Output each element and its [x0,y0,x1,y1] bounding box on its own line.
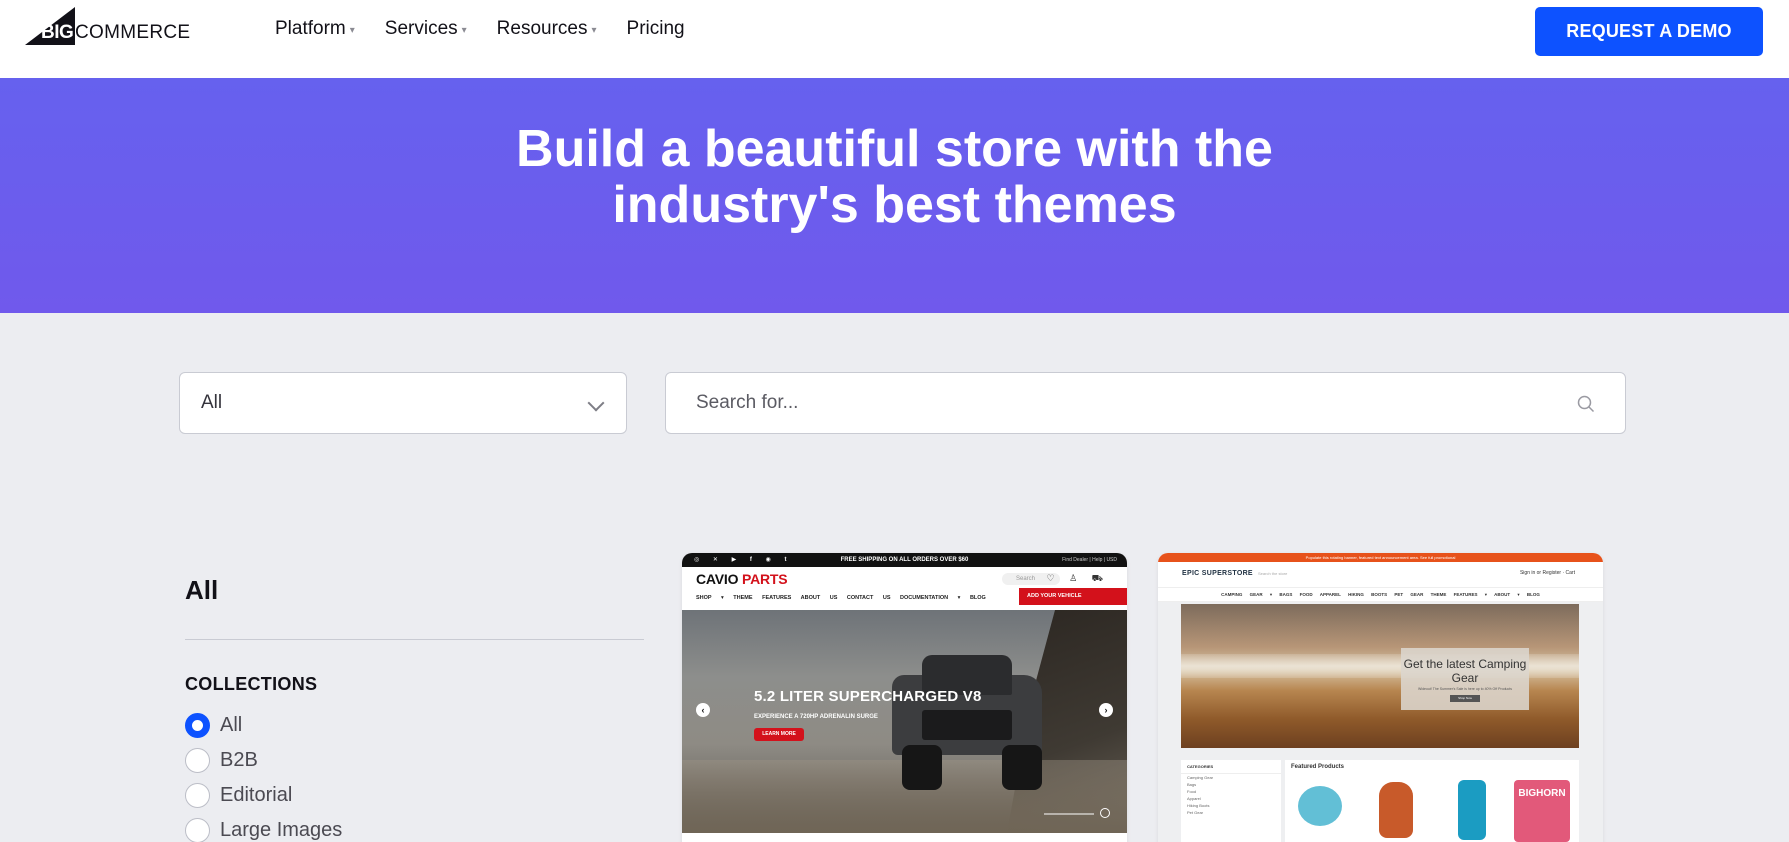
category-item: Apparel [1187,796,1201,801]
preview-logo: EPIC SUPERSTORE [1182,570,1253,577]
hero-title-line2: industry's best themes [612,176,1177,234]
featured-heading: Featured Products [1291,764,1345,770]
nav-item-label: Services [384,18,458,39]
social-icons: ◎ ✕ ▶ f ◉ t [694,557,793,563]
announcement-text: FREE SHIPPING ON ALL ORDERS OVER $60 [840,557,969,563]
category-item: Bags [1187,782,1197,787]
collection-option-label: Editorial [220,784,293,806]
product-thumbnail [1290,778,1352,842]
nav-item-resources[interactable]: Resources ▾ [497,18,597,40]
preview-menu: CAMPING GEAR ▾ BAGS FOOD APPAREL HIKING … [1158,588,1603,602]
product-thumbnail [1365,778,1427,842]
logo-commerce-text: COMMERCE [75,22,191,43]
collection-option-label: All [220,714,243,736]
announcement-bar: ◎ ✕ ▶ f ◉ t FREE SHIPPING ON ALL ORDERS … [682,553,1127,567]
nav-item-platform[interactable]: Platform ▾ [275,18,355,40]
preview-hero-image: Get the latest Camping Gear Wideout! The… [1181,604,1579,748]
preview-vehicle-button: ADD YOUR VEHICLE [1019,588,1127,605]
collection-option-label: B2B [220,749,258,771]
preview-slide-title: 5.2 LITER SUPERCHARGED V8 [754,688,982,705]
collection-option-all[interactable]: All [185,713,242,738]
site-header: BIG COMMERCE Platform ▾ Services ▾ Resou… [0,0,1789,78]
theme-search-box [665,372,1626,434]
chevron-down-icon: ▾ [591,24,597,36]
category-select-value: All [201,392,223,413]
preview-header-icons: ♡ ♙ ⛟ [1046,573,1109,583]
collection-option-large-images[interactable]: Large Images [185,818,342,842]
radio-icon[interactable] [185,783,210,808]
chevron-left-icon: ‹ [696,703,710,717]
play-icon [1100,808,1110,818]
main-nav: Platform ▾ Services ▾ Resources ▾ Pricin… [275,18,685,40]
collection-option-editorial[interactable]: Editorial [185,783,292,808]
collections-heading: COLLECTIONS [185,674,318,694]
preview-categories: CATEGORIES Camping Gear Bags Food Appare… [1181,760,1281,842]
logo-big-text: BIG [41,22,74,43]
category-item: Camping Gear [1187,775,1214,780]
preview-slide-subtitle: EXPERIENCE A 720HP ADRENALIN SURGE [754,714,878,720]
preview-header: CAVIO PARTS Search ♡ ♙ ⛟ SHOP ▾ THEME FE… [682,567,1127,610]
preview-header: EPIC SUPERSTORE Search the store Sign in… [1158,562,1603,588]
preview-search: Search the store [1258,571,1288,576]
nav-item-services[interactable]: Services ▾ [385,18,467,40]
chevron-right-icon: › [1099,703,1113,717]
bigcommerce-logo[interactable]: BIG COMMERCE [25,7,195,45]
theme-card-epic-superstore[interactable]: Populate this rotating banner, featured … [1158,553,1603,842]
preview-hero-button: Shop Now [1450,695,1480,702]
hero-banner: Build a beautiful store with the industr… [0,78,1789,313]
logo-main: CAVIO [696,571,742,587]
preview-logo: CAVIO PARTS [696,571,788,587]
utility-links: Find Dealer | Help | USD [1062,557,1117,563]
search-icon[interactable] [1577,395,1595,413]
preview-hero-title: Get the latest Camping Gear [1403,657,1527,685]
collection-option-b2b[interactable]: B2B [185,748,258,773]
radio-icon[interactable] [185,818,210,842]
slide-indicator [1044,813,1094,815]
collection-option-label: Large Images [220,819,343,841]
product-thumbnail [1440,778,1502,842]
request-demo-button[interactable]: REQUEST A DEMO [1535,7,1763,56]
hero-title: Build a beautiful store with the industr… [0,121,1789,233]
nav-item-pricing[interactable]: Pricing [627,18,685,40]
category-item: Hiking Boots [1187,803,1210,808]
theme-card-cavio-parts[interactable]: ◎ ✕ ▶ f ◉ t FREE SHIPPING ON ALL ORDERS … [682,553,1127,842]
nav-item-label: Platform [275,18,346,39]
product-thumbnail: BIGHORN [1510,778,1572,842]
category-item: Food [1187,789,1197,794]
preview-slide-button: LEARN MORE [754,728,804,741]
preview-hero-subtitle: Wideout! The Summer's Sale is here up to… [1418,687,1512,691]
chevron-down-icon: ▾ [349,24,355,36]
search-input[interactable] [696,373,1556,433]
preview-header-links: Sign in or Register · Cart [1519,570,1575,576]
preview-featured-products: Featured Products BIGHORN [1285,760,1579,842]
preview-hero-image: 5.2 LITER SUPERCHARGED V8 EXPERIENCE A 7… [682,610,1127,833]
hero-title-line1: Build a beautiful store with the [516,120,1273,178]
preview-hero-panel: Get the latest Camping Gear Wideout! The… [1401,648,1529,710]
category-item: Pet Gear [1187,810,1204,815]
logo-accent: PARTS [742,571,788,587]
radio-icon[interactable] [185,748,210,773]
preview-menu: SHOP ▾ THEME FEATURES ABOUT US CONTACT U… [696,595,986,601]
category-select[interactable]: All [179,372,627,434]
chevron-down-icon: ▾ [461,24,467,36]
announcement-bar: Populate this rotating banner, featured … [1158,553,1603,562]
nav-item-label: Resources [496,18,588,39]
nav-item-label: Pricing [626,18,685,39]
product-badge: BIGHORN [1514,780,1570,842]
chevron-down-icon [587,394,605,412]
sidebar-divider [185,639,644,640]
radio-selected-icon[interactable] [185,713,210,738]
categories-heading: CATEGORIES [1181,760,1281,774]
truck-image [882,655,1052,805]
sidebar-title: All [185,575,219,605]
